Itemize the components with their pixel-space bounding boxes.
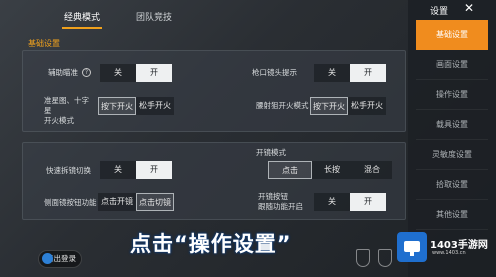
quick-switch-label: 快速拆镜切换 (46, 166, 91, 175)
badge-icon[interactable] (378, 249, 392, 267)
side-switch-open[interactable]: 点击开镜 (98, 193, 136, 211)
tab-classic-mode[interactable]: 经典模式 (52, 8, 112, 29)
side-switch-label: 侧面镜按钮功能 (44, 198, 97, 207)
sidebar-item-vehicle[interactable]: 载具设置 (416, 110, 488, 140)
hit-prompt-off[interactable]: 关 (314, 64, 350, 82)
quick-switch-toggle[interactable]: 关 开 (100, 161, 172, 179)
top-tab-bar: 经典模式 团队竞技 (0, 0, 408, 30)
hit-prompt-label: 枪口镜头提示 (252, 68, 297, 77)
instruction-caption: 点击“操作设置” (130, 232, 292, 256)
sight-fire-press[interactable]: 按下开火 (98, 97, 136, 115)
quick-switch-on[interactable]: 开 (136, 161, 172, 179)
sight-fire-mode[interactable]: 按下开火 松手开火 (98, 97, 174, 115)
quick-switch-off[interactable]: 关 (100, 161, 136, 179)
close-icon[interactable]: ✕ (464, 1, 474, 15)
section-label: 基础设置 (28, 39, 60, 48)
scope-follow-on[interactable]: 开 (350, 193, 386, 211)
sidebar-item-sensitivity[interactable]: 灵敏度设置 (416, 140, 488, 170)
scope-fire-release[interactable]: 松手开火 (348, 97, 386, 115)
hit-prompt-toggle[interactable]: 关 开 (314, 64, 386, 82)
aim-assist-off[interactable]: 关 (100, 64, 136, 82)
logout-icon (42, 253, 53, 264)
settings-title: 设置 (430, 7, 449, 17)
side-switch-change[interactable]: 点击切镜 (136, 193, 174, 211)
scope-fire-label: 腰射狙开火模式 (256, 101, 309, 110)
fire-mode-label: 开镜模式 (256, 148, 286, 157)
sidebar-item-pickup[interactable]: 拾取设置 (416, 170, 488, 200)
fire-mode-hold[interactable]: 长按 (312, 161, 352, 179)
scope-follow-label: 开镜按钮 跟随功能开启 (258, 192, 303, 211)
sidebar-item-basic[interactable]: 基础设置 (416, 20, 488, 50)
sight-fire-label: 准星图、十字星 开火模式 (44, 96, 89, 125)
help-icon[interactable]: ? (82, 68, 91, 77)
sidebar-item-other[interactable]: 其他设置 (416, 200, 488, 230)
scope-fire-mode[interactable]: 按下开火 松手开火 (310, 97, 386, 115)
watermark-logo-icon (397, 232, 427, 262)
aim-assist-on[interactable]: 开 (136, 64, 172, 82)
shield-icon[interactable] (356, 249, 370, 267)
hit-prompt-on[interactable]: 开 (350, 64, 386, 82)
aim-assist-toggle[interactable]: 关 开 (100, 64, 172, 82)
scope-fire-press[interactable]: 按下开火 (310, 97, 348, 115)
scope-follow-off[interactable]: 关 (314, 193, 350, 211)
fire-mode-selector[interactable]: 点击 长按 混合 (268, 161, 392, 179)
sight-fire-release[interactable]: 松手开火 (136, 97, 174, 115)
tab-team-deathmatch[interactable]: 团队竞技 (124, 8, 184, 28)
fire-mode-tap[interactable]: 点击 (268, 161, 312, 179)
sidebar-item-graphics[interactable]: 画面设置 (416, 50, 488, 80)
sidebar-item-controls[interactable]: 操作设置 (416, 80, 488, 110)
watermark-url: www.1403.cn (432, 250, 466, 256)
side-switch-mode[interactable]: 点击开镜 点击切镜 (98, 193, 174, 211)
aim-assist-label: 辅助瞄准 (48, 68, 78, 77)
watermark-title: 1403手游网 (430, 240, 488, 251)
fire-mode-mixed[interactable]: 混合 (352, 161, 392, 179)
scope-follow-toggle[interactable]: 关 开 (314, 193, 386, 211)
